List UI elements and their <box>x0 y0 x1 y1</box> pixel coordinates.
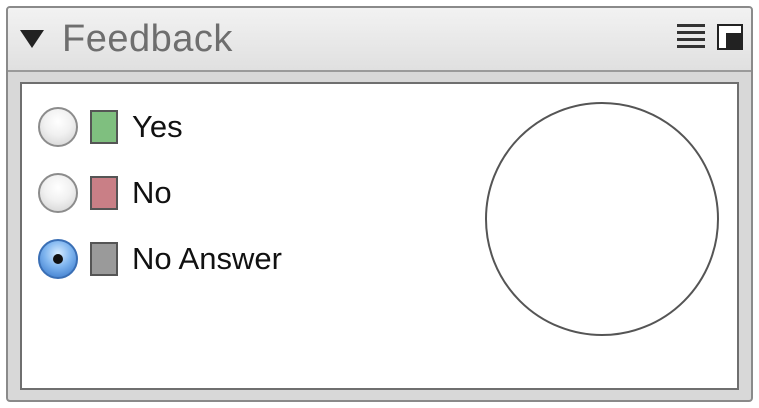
option-label-no: No <box>132 175 172 210</box>
radio-yes[interactable] <box>38 107 78 147</box>
swatch-no-answer <box>90 242 118 276</box>
radio-no[interactable] <box>38 173 78 213</box>
option-no[interactable]: No <box>38 168 172 218</box>
list-menu-icon[interactable] <box>677 24 705 52</box>
option-no-answer[interactable]: No Answer <box>38 234 282 284</box>
feedback-content: Yes No No Answer <box>20 82 739 390</box>
option-label-no-answer: No Answer <box>132 241 282 276</box>
disclosure-triangle-down-icon[interactable] <box>20 30 44 48</box>
radio-selected-dot <box>53 254 63 264</box>
option-yes[interactable]: Yes <box>38 102 183 152</box>
panel-titlebar: Feedback <box>8 8 751 72</box>
pie-outline <box>485 102 719 336</box>
feedback-pie-chart <box>485 102 719 336</box>
swatch-no <box>90 176 118 210</box>
option-label-yes: Yes <box>132 109 183 144</box>
float-window-icon[interactable] <box>717 24 743 50</box>
feedback-panel: Feedback Yes No No Answer <box>6 6 753 402</box>
radio-no-answer[interactable] <box>38 239 78 279</box>
panel-title: Feedback <box>62 18 233 60</box>
swatch-yes <box>90 110 118 144</box>
